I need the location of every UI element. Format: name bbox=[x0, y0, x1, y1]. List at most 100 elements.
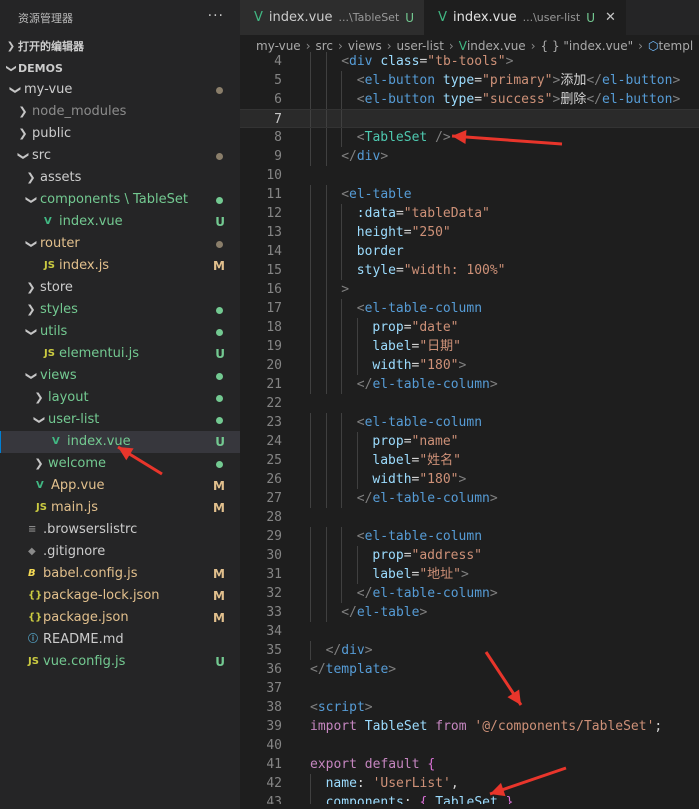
folder-row[interactable]: ❯ styles bbox=[0, 299, 240, 321]
modified-dot-icon bbox=[216, 395, 223, 402]
code-line[interactable]: 19 label="日期" bbox=[240, 337, 699, 356]
code-line[interactable]: 33 </el-table> bbox=[240, 603, 699, 622]
code-line[interactable]: 32 </el-table-column> bbox=[240, 584, 699, 603]
file-row[interactable]: {} package.json M bbox=[0, 607, 240, 629]
open-editors-section[interactable]: ❯ 打开的编辑器 bbox=[0, 35, 240, 57]
git-status-badge: M bbox=[213, 589, 225, 603]
code-line[interactable]: 35 </div> bbox=[240, 641, 699, 660]
code-line[interactable]: 15 style="width: 100%" bbox=[240, 261, 699, 280]
file-row[interactable]: ⓘ README.md bbox=[0, 629, 240, 651]
code-line[interactable]: 13 height="250" bbox=[240, 223, 699, 242]
code-line[interactable]: 16 > bbox=[240, 280, 699, 299]
code-line[interactable]: 41 export default { bbox=[240, 755, 699, 774]
close-icon[interactable]: ✕ bbox=[605, 10, 616, 25]
indent-guide bbox=[325, 603, 327, 622]
code-line[interactable]: 14 border bbox=[240, 242, 699, 261]
code-line[interactable]: 31 label="地址"> bbox=[240, 565, 699, 584]
indent-guide bbox=[341, 356, 343, 375]
code-token: { bbox=[427, 757, 436, 772]
code-line[interactable]: 30 prop="address" bbox=[240, 546, 699, 565]
folder-row[interactable]: ❯ components \ TableSet bbox=[0, 189, 240, 211]
code-line[interactable]: 21 </el-table-column> bbox=[240, 375, 699, 394]
code-line[interactable]: 9 </div> bbox=[240, 147, 699, 166]
code-line[interactable]: 20 width="180"> bbox=[240, 356, 699, 375]
folder-row[interactable]: ❯ my-vue bbox=[0, 79, 240, 101]
file-row[interactable]: V App.vue M bbox=[0, 475, 240, 497]
git-status-badge: M bbox=[213, 501, 225, 515]
code-line[interactable]: 12:data="tableData" bbox=[240, 204, 699, 223]
more-actions-icon[interactable]: ··· bbox=[208, 8, 224, 24]
breadcrumb-item[interactable]: user-list bbox=[397, 39, 444, 53]
breadcrumb-item[interactable]: { } "index.vue" bbox=[541, 39, 634, 53]
code-line[interactable]: 39 import TableSet from '@/components/Tab… bbox=[240, 717, 699, 736]
code-text: border bbox=[357, 242, 404, 261]
file-row[interactable]: JS vue.config.js U bbox=[0, 651, 240, 673]
code-token: el-table-column bbox=[372, 377, 490, 392]
code-line[interactable]: 4 <div class="tb-tools"> bbox=[240, 52, 699, 71]
open-editors-label: 打开的编辑器 bbox=[18, 40, 84, 53]
folder-row[interactable]: ❯ src bbox=[0, 145, 240, 167]
folder-row[interactable]: ❯ node_modules bbox=[0, 101, 240, 123]
code-line[interactable]: 37 bbox=[240, 679, 699, 698]
folder-row[interactable]: ❯ store bbox=[0, 277, 240, 299]
code-line[interactable]: 27 </el-table-column> bbox=[240, 489, 699, 508]
code-line[interactable]: 29 <el-table-column bbox=[240, 527, 699, 546]
explorer-sidebar: 资源管理器 ··· ❯ 打开的编辑器 ❯ DEMOS ❯ my-vue ❯ node_… bbox=[0, 0, 240, 809]
file-row[interactable]: {} package-lock.json M bbox=[0, 585, 240, 607]
code-line[interactable]: 10 bbox=[240, 166, 699, 185]
code-token: > bbox=[672, 73, 681, 88]
file-row[interactable]: ≡ .browserslistrc bbox=[0, 519, 240, 541]
file-row[interactable]: JS main.js M bbox=[0, 497, 240, 519]
code-line[interactable]: 17 <el-table-column bbox=[240, 299, 699, 318]
folder-row[interactable]: ❯ views bbox=[0, 365, 240, 387]
file-row[interactable]: Vindex.vue U bbox=[0, 211, 240, 233]
code-token: </ bbox=[586, 92, 602, 107]
breadcrumb-item[interactable]: my-vue bbox=[256, 39, 301, 53]
breadcrumb-item[interactable]: views bbox=[348, 39, 382, 53]
code-line[interactable]: 11 <el-table bbox=[240, 185, 699, 204]
code-line[interactable]: 42 name: 'UserList', bbox=[240, 774, 699, 793]
indent-guide bbox=[325, 318, 327, 337]
file-row[interactable]: ◆ .gitignore bbox=[0, 541, 240, 563]
folder-row[interactable]: ❯ assets bbox=[0, 167, 240, 189]
indent-guide bbox=[325, 489, 327, 508]
folder-row[interactable]: ❯ public bbox=[0, 123, 240, 145]
line-number: 12 bbox=[266, 206, 282, 221]
code-line[interactable]: 43 components: { TableSet }, bbox=[240, 793, 699, 804]
code-line[interactable]: 28 bbox=[240, 508, 699, 527]
code-line[interactable]: 23 <el-table-column bbox=[240, 413, 699, 432]
indent-guide bbox=[310, 299, 311, 318]
code-line[interactable]: 7 bbox=[240, 109, 699, 128]
code-editor[interactable]: 4 <div class="tb-tools"> 5 <el-button type=… bbox=[240, 52, 699, 804]
code-line[interactable]: 38 <script> bbox=[240, 698, 699, 717]
code-line[interactable]: 26 width="180"> bbox=[240, 470, 699, 489]
folder-row[interactable]: ❯ utils bbox=[0, 321, 240, 343]
code-token: </ bbox=[356, 377, 373, 392]
code-line[interactable]: 6 <el-button type="success">删除</el-button… bbox=[240, 90, 699, 109]
folder-row[interactable]: ❯ router bbox=[0, 233, 240, 255]
code-line[interactable]: 8 <TableSet /> bbox=[240, 128, 699, 147]
code-line[interactable]: 34 bbox=[240, 622, 699, 641]
code-line[interactable]: 5 <el-button type="primary">添加</el-button… bbox=[240, 71, 699, 90]
file-row[interactable]: Bbabel.config.js M bbox=[0, 563, 240, 585]
tab-index-vue[interactable]: Vindex.vue ...\TableSet U bbox=[240, 0, 425, 35]
file-row[interactable]: JS index.js M bbox=[0, 255, 240, 277]
folder-row[interactable]: ❯ user-list bbox=[0, 409, 240, 431]
code-line[interactable]: 18 prop="date" bbox=[240, 318, 699, 337]
breadcrumb-item[interactable]: templ bbox=[658, 39, 693, 53]
code-line[interactable]: 22 bbox=[240, 394, 699, 413]
breadcrumb-item[interactable]: src bbox=[316, 39, 334, 53]
breadcrumb-item[interactable]: index.vue bbox=[467, 39, 526, 53]
file-row[interactable]: JS elementui.js U bbox=[0, 343, 240, 365]
code-line[interactable]: 40 bbox=[240, 736, 699, 755]
folder-row[interactable]: ❯ welcome bbox=[0, 453, 240, 475]
tab-index-vue[interactable]: Vindex.vue ...\user-list U ✕ bbox=[424, 0, 626, 35]
code-line[interactable]: 25 label="姓名" bbox=[240, 451, 699, 470]
indent-guide bbox=[310, 527, 311, 546]
code-token: > bbox=[458, 358, 467, 373]
code-line[interactable]: 24 prop="name" bbox=[240, 432, 699, 451]
folder-row[interactable]: ❯ layout bbox=[0, 387, 240, 409]
file-row[interactable]: Vindex.vue U bbox=[0, 431, 240, 453]
code-line[interactable]: 36 </template> bbox=[240, 660, 699, 679]
workspace-section[interactable]: ❯ DEMOS bbox=[0, 57, 240, 79]
